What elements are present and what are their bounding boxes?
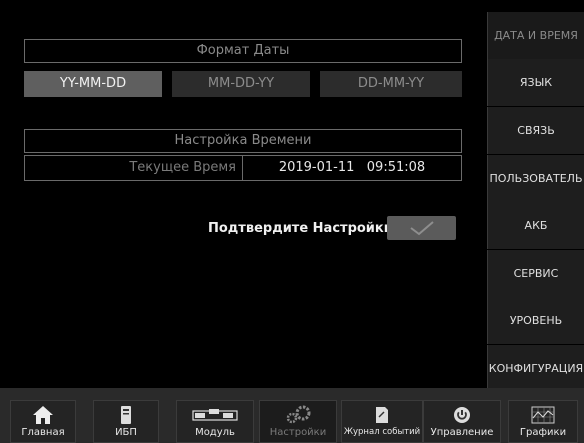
side-item-language[interactable]: ЯЗЫК xyxy=(487,59,584,106)
date-format-dd-mm-yy[interactable]: DD-MM-YY xyxy=(320,71,462,97)
confirm-settings-label: Подтвердите Настройки xyxy=(208,221,393,236)
confirm-settings-button[interactable] xyxy=(387,216,456,240)
checkmark-icon xyxy=(409,221,434,236)
bottom-nav-bar: Главная ИБП Модуль Настройки Журнал собы… xyxy=(0,388,584,443)
side-item-date-time[interactable]: ДАТА И ВРЕМЯ xyxy=(487,12,584,59)
date-format-yy-mm-dd[interactable]: YY-MM-DD xyxy=(24,71,162,97)
side-item-user[interactable]: ПОЛЬЗОВАТЕЛЬ xyxy=(487,155,584,202)
home-icon xyxy=(32,405,54,425)
tab-control-label: Управление xyxy=(430,427,494,438)
tab-ups-label: ИБП xyxy=(115,427,137,438)
time-setting-title: Настройка Времени xyxy=(24,129,462,153)
ups-icon xyxy=(120,405,132,425)
side-item-configuration[interactable]: КОНФИГУРАЦИЯ xyxy=(487,345,584,392)
tab-home[interactable]: Главная xyxy=(10,400,76,443)
module-icon xyxy=(192,405,238,425)
tab-module[interactable]: Модуль xyxy=(176,400,254,443)
date-format-options: YY-MM-DD MM-DD-YY DD-MM-YY xyxy=(24,71,462,97)
side-item-level[interactable]: УРОВЕНЬ xyxy=(487,297,584,344)
tab-event-log[interactable]: Журнал событий xyxy=(341,400,423,443)
tab-settings-label: Настройки xyxy=(269,427,327,438)
tab-home-label: Главная xyxy=(21,427,65,438)
tab-module-label: Модуль xyxy=(195,427,235,438)
chart-icon xyxy=(531,405,555,425)
tab-settings[interactable]: Настройки xyxy=(259,400,337,443)
side-item-service[interactable]: СЕРВИС xyxy=(487,250,584,297)
tab-event-log-label: Журнал событий xyxy=(343,427,421,437)
tab-control[interactable]: Управление xyxy=(423,400,501,443)
side-item-communication[interactable]: СВЯЗЬ xyxy=(487,107,584,154)
side-item-battery[interactable]: АКБ xyxy=(487,202,584,249)
gears-icon xyxy=(283,405,313,425)
current-time-field[interactable]: 2019-01-11 09:51:08 xyxy=(243,156,461,180)
log-icon xyxy=(375,405,389,425)
date-format-mm-dd-yy[interactable]: MM-DD-YY xyxy=(172,71,310,97)
power-icon xyxy=(453,405,471,425)
tab-charts[interactable]: Графики xyxy=(508,400,578,443)
date-format-title: Формат Даты xyxy=(24,39,462,63)
tab-charts-label: Графики xyxy=(519,427,567,438)
tab-ups[interactable]: ИБП xyxy=(93,400,159,443)
current-time-label: Текущее Время xyxy=(25,156,243,180)
current-time-row: Текущее Время 2019-01-11 09:51:08 xyxy=(24,155,462,181)
